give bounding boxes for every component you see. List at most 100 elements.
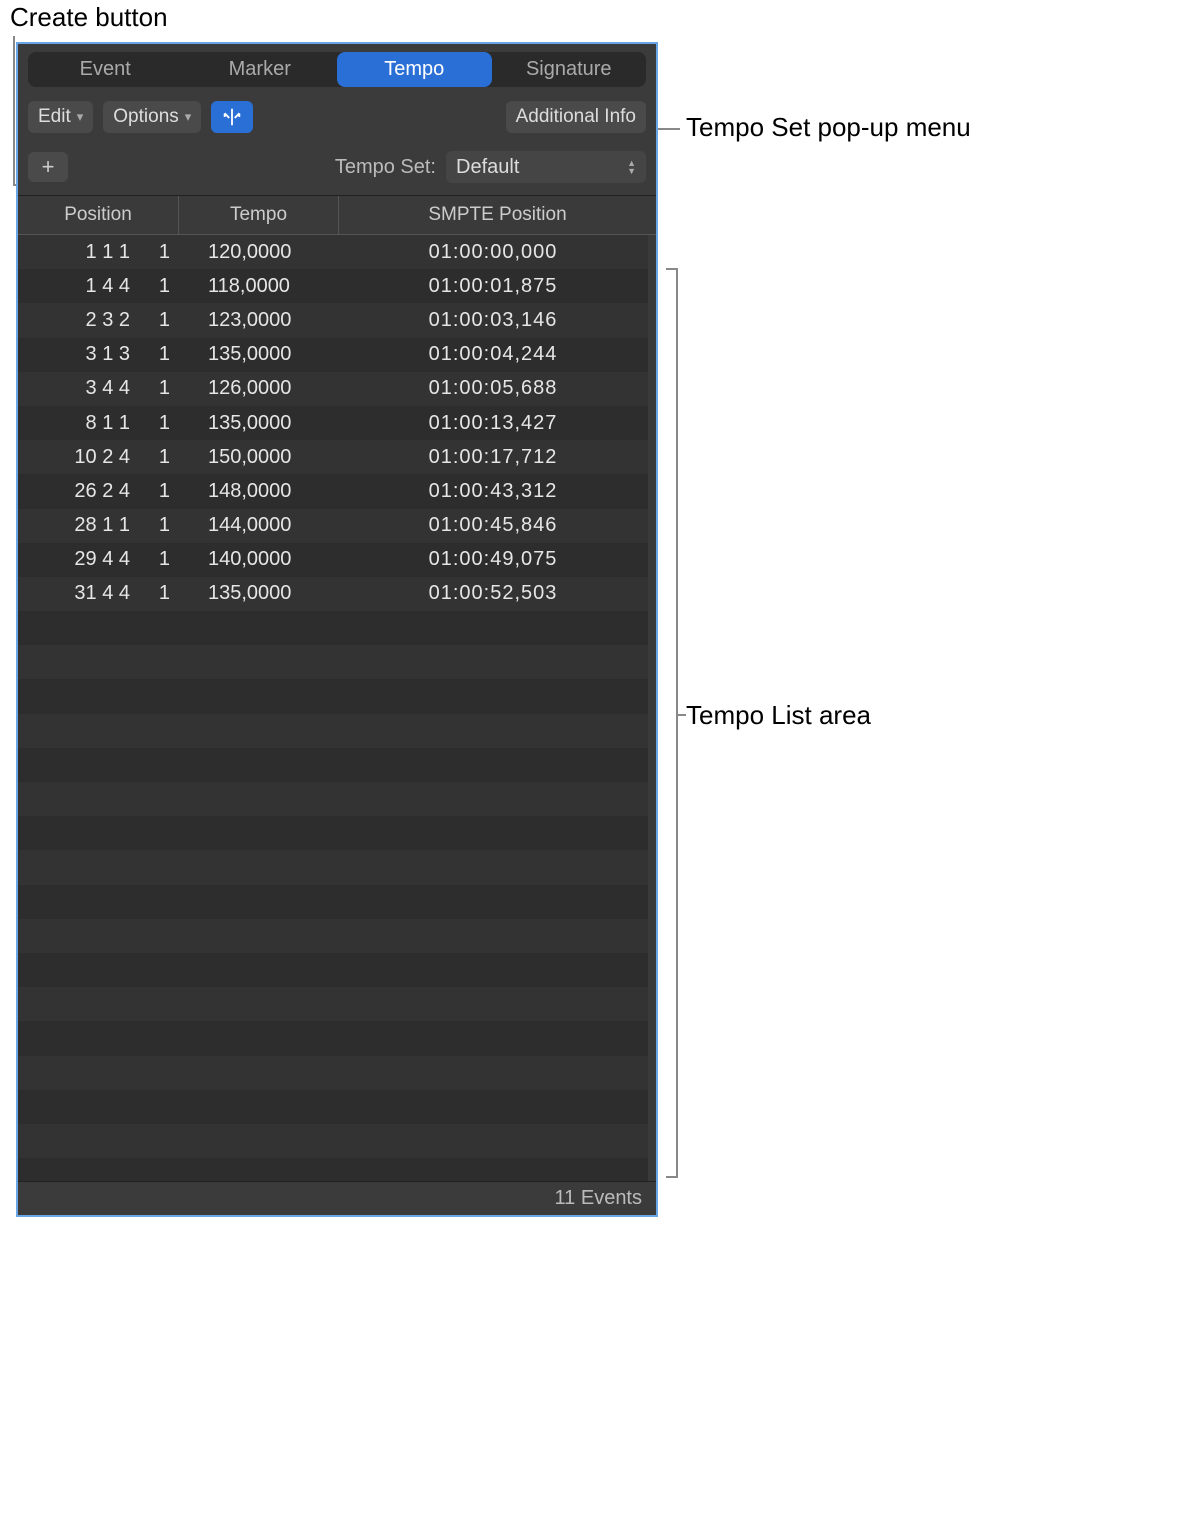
cell-smpte[interactable]: 01:00:13,427 [338, 412, 648, 435]
col-header-smpte[interactable]: SMPTE Position [338, 196, 656, 234]
table-row-empty [18, 919, 648, 953]
table-row[interactable]: 31 4 41135,000001:00:52,503 [18, 577, 648, 611]
cell-subposition[interactable]: 1 [140, 343, 178, 366]
table-row-empty [18, 1124, 648, 1158]
edit-menu[interactable]: Edit ▾ [28, 101, 93, 133]
cell-tempo[interactable]: 118,0000 [178, 275, 338, 298]
cell-smpte[interactable]: 01:00:00,000 [338, 241, 648, 264]
cell-smpte[interactable]: 01:00:49,075 [338, 548, 648, 571]
list-tab-segmented: Event Marker Tempo Signature [28, 52, 646, 87]
cell-subposition[interactable]: 1 [140, 275, 178, 298]
tempo-list-window: Event Marker Tempo Signature Edit ▾ Opti… [16, 42, 658, 1217]
cell-subposition[interactable]: 1 [140, 582, 178, 605]
tempo-list-area[interactable]: 1 1 11120,000001:00:00,0001 4 41118,0000… [18, 235, 656, 1181]
cell-subposition[interactable]: 1 [140, 548, 178, 571]
cell-tempo[interactable]: 135,0000 [178, 343, 338, 366]
tab-signature[interactable]: Signature [492, 52, 647, 87]
tempo-set-label: Tempo Set: [335, 156, 436, 179]
cell-tempo[interactable]: 140,0000 [178, 548, 338, 571]
table-row[interactable]: 1 1 11120,000001:00:00,000 [18, 235, 648, 269]
table-row[interactable]: 3 1 31135,000001:00:04,244 [18, 338, 648, 372]
table-row[interactable]: 2 3 21123,000001:00:03,146 [18, 303, 648, 337]
cell-smpte[interactable]: 01:00:04,244 [338, 343, 648, 366]
cell-smpte[interactable]: 01:00:52,503 [338, 582, 648, 605]
cell-tempo[interactable]: 135,0000 [178, 412, 338, 435]
cell-position[interactable]: 2 3 2 [18, 309, 140, 332]
cell-tempo[interactable]: 120,0000 [178, 241, 338, 264]
cell-smpte[interactable]: 01:00:45,846 [338, 514, 648, 537]
cell-subposition[interactable]: 1 [140, 412, 178, 435]
cell-tempo[interactable]: 148,0000 [178, 480, 338, 503]
table-row-empty [18, 850, 648, 884]
cell-position[interactable]: 10 2 4 [18, 446, 140, 469]
col-header-position[interactable]: Position [18, 196, 178, 234]
tab-tempo[interactable]: Tempo [337, 52, 492, 87]
table-row[interactable]: 3 4 41126,000001:00:05,688 [18, 372, 648, 406]
callout-line [13, 36, 15, 186]
cell-subposition[interactable]: 1 [140, 241, 178, 264]
table-row[interactable]: 28 1 11144,000001:00:45,846 [18, 509, 648, 543]
cell-subposition[interactable]: 1 [140, 480, 178, 503]
catch-playhead-icon [221, 106, 243, 128]
table-row-empty [18, 1056, 648, 1090]
table-row-empty [18, 1158, 648, 1181]
plus-icon: + [42, 154, 55, 180]
create-tempo-set-row: + Tempo Set: Default ▲▼ [18, 141, 656, 196]
table-row-empty [18, 1021, 648, 1055]
updown-icon: ▲▼ [627, 159, 636, 175]
table-row-empty [18, 679, 648, 713]
callout-create-button: Create button [10, 2, 168, 33]
table-row[interactable]: 8 1 11135,000001:00:13,427 [18, 406, 648, 440]
cell-position[interactable]: 26 2 4 [18, 480, 140, 503]
options-menu[interactable]: Options ▾ [103, 101, 201, 133]
tab-marker[interactable]: Marker [183, 52, 338, 87]
cell-position[interactable]: 8 1 1 [18, 412, 140, 435]
callout-tempo-list-area: Tempo List area [686, 700, 871, 731]
table-row-empty [18, 885, 648, 919]
table-row-empty [18, 816, 648, 850]
cell-subposition[interactable]: 1 [140, 514, 178, 537]
cell-position[interactable]: 3 4 4 [18, 377, 140, 400]
options-menu-label: Options [113, 106, 178, 128]
cell-position[interactable]: 31 4 4 [18, 582, 140, 605]
cell-position[interactable]: 29 4 4 [18, 548, 140, 571]
catch-playhead-button[interactable] [211, 101, 253, 133]
callout-line [658, 128, 680, 130]
table-row[interactable]: 1 4 41118,000001:00:01,875 [18, 269, 648, 303]
table-row-empty [18, 611, 648, 645]
table-row[interactable]: 26 2 41148,000001:00:43,312 [18, 474, 648, 508]
cell-tempo[interactable]: 150,0000 [178, 446, 338, 469]
cell-smpte[interactable]: 01:00:01,875 [338, 275, 648, 298]
cell-smpte[interactable]: 01:00:05,688 [338, 377, 648, 400]
cell-smpte[interactable]: 01:00:43,312 [338, 480, 648, 503]
cell-smpte[interactable]: 01:00:17,712 [338, 446, 648, 469]
list-tab-bar: Event Marker Tempo Signature [18, 44, 656, 93]
cell-subposition[interactable]: 1 [140, 309, 178, 332]
cell-subposition[interactable]: 1 [140, 377, 178, 400]
cell-tempo[interactable]: 135,0000 [178, 582, 338, 605]
cell-tempo[interactable]: 123,0000 [178, 309, 338, 332]
cell-tempo[interactable]: 126,0000 [178, 377, 338, 400]
table-row-empty [18, 987, 648, 1021]
create-button[interactable]: + [28, 152, 68, 182]
toolbar: Edit ▾ Options ▾ Additional Info [18, 93, 656, 141]
callout-bracket-vert [676, 268, 678, 1178]
tab-event[interactable]: Event [28, 52, 183, 87]
cell-position[interactable]: 1 1 1 [18, 241, 140, 264]
col-header-tempo[interactable]: Tempo [178, 196, 338, 234]
chevron-down-icon: ▾ [185, 109, 192, 125]
table-row[interactable]: 10 2 41150,000001:00:17,712 [18, 440, 648, 474]
table-row-empty [18, 953, 648, 987]
cell-position[interactable]: 1 4 4 [18, 275, 140, 298]
callout-bracket-bot [666, 1176, 676, 1178]
tempo-set-popup[interactable]: Default ▲▼ [446, 151, 646, 183]
cell-subposition[interactable]: 1 [140, 446, 178, 469]
cell-position[interactable]: 28 1 1 [18, 514, 140, 537]
table-row-empty [18, 645, 648, 679]
cell-smpte[interactable]: 01:00:03,146 [338, 309, 648, 332]
additional-info-button[interactable]: Additional Info [506, 101, 646, 133]
cell-position[interactable]: 3 1 3 [18, 343, 140, 366]
cell-tempo[interactable]: 144,0000 [178, 514, 338, 537]
table-row[interactable]: 29 4 41140,000001:00:49,075 [18, 543, 648, 577]
table-row-empty [18, 1090, 648, 1124]
